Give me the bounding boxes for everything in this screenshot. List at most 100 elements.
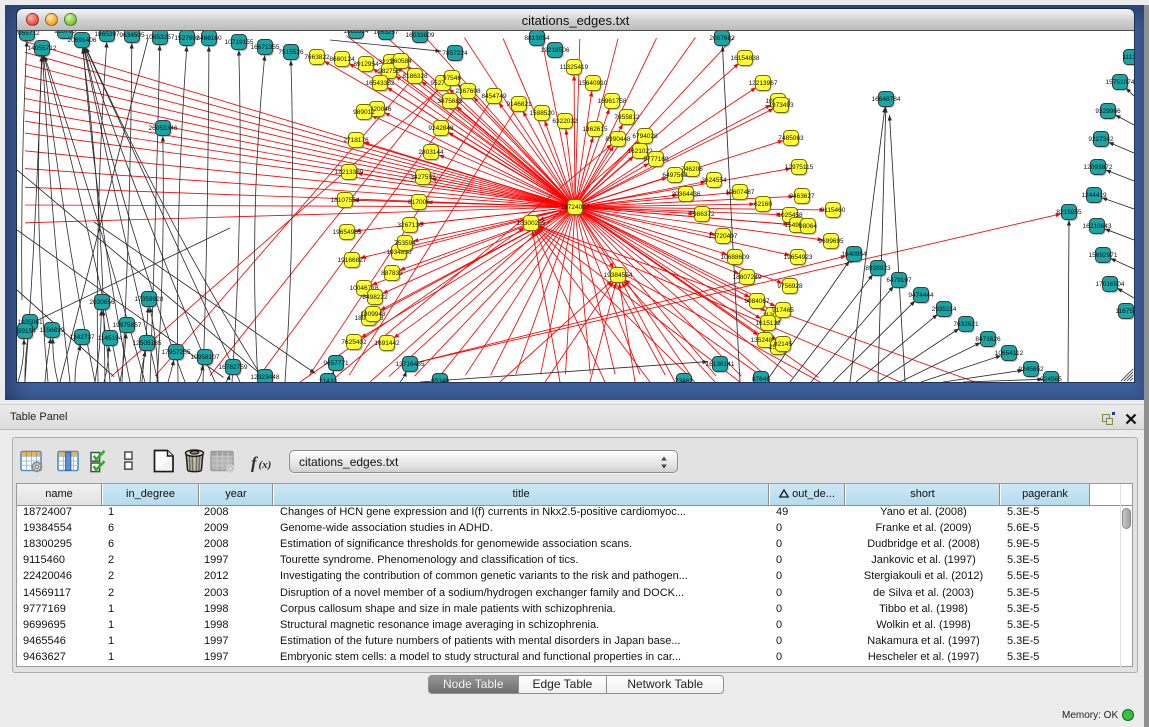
svg-text:16136141: 16136141 <box>706 361 735 368</box>
svg-text:16671355: 16671355 <box>251 44 280 51</box>
svg-text:7515526: 7515526 <box>278 49 304 56</box>
svg-text:14055712: 14055712 <box>28 45 57 52</box>
svg-text:18807249: 18807249 <box>733 274 762 281</box>
svg-text:16961758: 16961758 <box>598 98 627 105</box>
svg-text:1615132: 1615132 <box>755 320 781 327</box>
svg-text:2055712: 2055712 <box>17 31 40 37</box>
svg-text:2020656: 2020656 <box>89 299 115 306</box>
svg-text:12505185: 12505185 <box>133 340 162 347</box>
svg-text:8215955: 8215955 <box>1056 209 1082 216</box>
svg-text:6322032: 6322032 <box>552 118 578 125</box>
svg-text:98064: 98064 <box>799 223 817 230</box>
svg-text:9657771: 9657771 <box>323 360 349 367</box>
svg-text:917465: 917465 <box>772 307 794 314</box>
svg-text:20691406: 20691406 <box>68 37 97 44</box>
svg-text:7663822: 7663822 <box>304 54 330 61</box>
svg-text:21433: 21433 <box>319 378 337 382</box>
svg-text:15640910: 15640910 <box>579 80 608 87</box>
svg-text:2718176: 2718176 <box>343 137 369 144</box>
svg-text:18724007: 18724007 <box>561 204 590 211</box>
svg-text:6794028: 6794028 <box>632 133 658 140</box>
svg-text:15751074: 15751074 <box>1106 79 1134 86</box>
svg-text:18300295: 18300295 <box>517 220 546 227</box>
svg-text:7955812: 7955812 <box>614 114 640 121</box>
svg-text:8990448: 8990448 <box>605 136 631 143</box>
svg-text:97546: 97546 <box>443 75 461 82</box>
svg-text:92145: 92145 <box>774 341 792 348</box>
svg-text:13716485: 13716485 <box>396 361 425 368</box>
svg-text:9699695: 9699695 <box>818 238 844 245</box>
svg-text:1342737: 1342737 <box>69 334 95 341</box>
svg-text:2803144: 2803144 <box>418 149 444 156</box>
svg-text:960584: 960584 <box>390 58 412 65</box>
svg-text:9115460: 9115460 <box>821 207 846 214</box>
svg-text:3427552: 3427552 <box>410 174 436 181</box>
svg-text:10607487: 10607487 <box>726 189 755 196</box>
svg-text:8498222: 8498222 <box>362 294 388 301</box>
svg-text:8471626: 8471626 <box>975 336 1001 343</box>
svg-text:1863324: 1863324 <box>343 31 369 35</box>
svg-text:12975115: 12975115 <box>785 164 814 171</box>
svg-text:1156819: 1156819 <box>40 327 65 334</box>
svg-text:12213389: 12213389 <box>335 169 364 176</box>
svg-text:9463627: 9463627 <box>789 193 815 200</box>
svg-text:19654985: 19654985 <box>333 229 362 236</box>
svg-text:10654112: 10654112 <box>995 350 1024 357</box>
svg-text:1809948: 1809948 <box>360 311 386 318</box>
svg-text:19975857: 19975857 <box>113 322 142 329</box>
svg-text:12093872: 12093872 <box>1084 164 1113 171</box>
svg-text:1244419: 1244419 <box>1081 192 1107 199</box>
svg-text:7625402: 7625402 <box>341 339 367 346</box>
svg-text:1145194: 1145194 <box>98 335 123 342</box>
svg-text:11325419: 11325419 <box>560 64 589 71</box>
svg-text:9329966: 9329966 <box>1095 108 1121 115</box>
svg-text:17957255: 17957255 <box>162 349 191 356</box>
svg-text:1691442: 1691442 <box>374 340 400 347</box>
svg-text:1362615: 1362615 <box>582 126 608 133</box>
svg-text:817006: 817006 <box>408 199 430 206</box>
svg-text:8813054: 8813054 <box>524 35 550 42</box>
svg-text:10653257: 10653257 <box>146 34 175 41</box>
svg-text:7986372: 7986372 <box>689 211 715 218</box>
svg-text:73462: 73462 <box>675 378 693 382</box>
svg-text:916705: 916705 <box>54 31 76 35</box>
svg-text:16648784: 16648784 <box>872 96 901 103</box>
svg-text:1640954: 1640954 <box>841 251 867 258</box>
svg-text:7485063: 7485063 <box>778 135 804 142</box>
svg-text:15692971: 15692971 <box>1089 252 1118 259</box>
svg-text:939154: 939154 <box>17 328 36 335</box>
svg-text:17016504: 17016504 <box>1096 281 1125 288</box>
svg-text:9634505: 9634505 <box>119 32 145 39</box>
svg-text:2935114: 2935114 <box>932 306 957 313</box>
svg-text:6479197: 6479197 <box>886 277 912 284</box>
svg-text:8186328: 8186328 <box>402 73 428 80</box>
svg-text:20364436: 20364436 <box>672 191 701 198</box>
svg-text:1973493: 1973493 <box>768 102 794 109</box>
svg-text:16543382: 16543382 <box>366 80 395 87</box>
svg-text:16154838: 16154838 <box>731 55 760 62</box>
svg-text:1053257: 1053257 <box>373 31 399 36</box>
svg-text:87646: 87646 <box>752 376 770 382</box>
svg-text:62160: 62160 <box>754 201 772 208</box>
svg-text:3875685: 3875685 <box>437 98 463 105</box>
svg-text:26053346: 26053346 <box>149 125 178 132</box>
svg-text:95346: 95346 <box>431 378 449 382</box>
svg-text:10719155: 10719155 <box>225 39 254 46</box>
svg-text:19384554: 19384554 <box>604 272 633 279</box>
svg-text:19218506: 19218506 <box>541 47 570 54</box>
svg-text:8660124: 8660124 <box>329 56 355 63</box>
svg-text:11124: 11124 <box>1122 54 1134 61</box>
svg-text:10958107: 10958107 <box>191 354 220 361</box>
svg-text:9474444: 9474444 <box>908 292 934 299</box>
svg-text:19654923: 19654923 <box>784 254 813 261</box>
svg-text:9227342: 9227342 <box>1088 136 1114 143</box>
svg-text:6466160: 6466160 <box>196 35 222 42</box>
svg-text:7857224: 7857224 <box>442 50 468 57</box>
svg-text:18107554: 18107554 <box>331 197 360 204</box>
svg-text:9146821: 9146821 <box>506 101 532 108</box>
svg-text:6497568: 6497568 <box>662 172 688 179</box>
svg-text:8454749: 8454749 <box>481 93 507 100</box>
svg-text:17359928: 17359928 <box>135 296 164 303</box>
svg-text:887833: 887833 <box>381 270 403 277</box>
svg-text:16033809: 16033809 <box>406 32 435 39</box>
